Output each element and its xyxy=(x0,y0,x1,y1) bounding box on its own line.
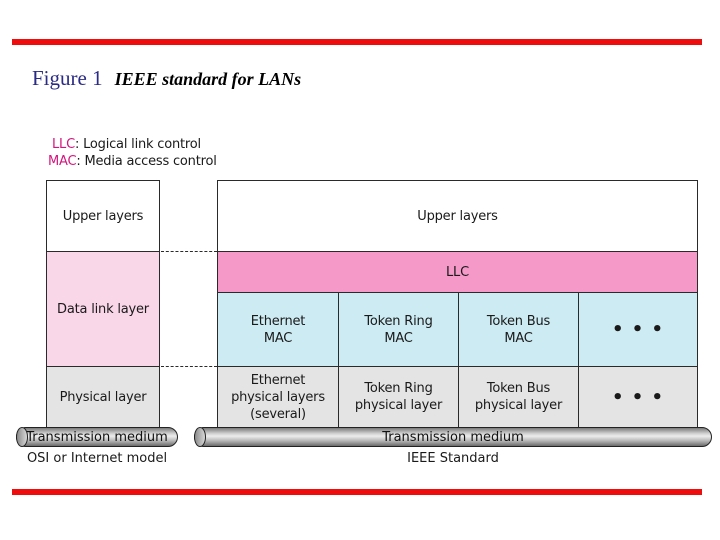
figure-title: Figure 1 IEEE standard for LANs xyxy=(32,66,301,91)
ieee-transmission-medium: Transmission medium xyxy=(194,427,712,447)
legend-text: : Media access control xyxy=(76,154,217,169)
ellipsis-icon: • • • xyxy=(611,319,665,340)
more-mac: • • • xyxy=(578,292,698,367)
ethernet-physical: Ethernet physical layers (several) xyxy=(217,366,339,428)
osi-transmission-medium: Transmission medium xyxy=(16,427,178,447)
dashed-connector-upper xyxy=(161,251,217,252)
phy-line2: physical layer xyxy=(354,398,443,413)
token-bus-physical: Token Bus physical layer xyxy=(458,366,579,428)
mac-line2: MAC xyxy=(504,330,533,346)
ieee-standard-caption: IEEE Standard xyxy=(407,451,499,466)
osi-medium-label: Transmission medium xyxy=(26,429,168,445)
token-ring-mac: Token Ring MAC xyxy=(338,292,459,367)
legend-abbr: LLC xyxy=(52,137,75,152)
osi-physical-layer: Physical layer xyxy=(46,366,160,428)
tube-end-cap xyxy=(16,427,28,447)
tube-end-cap xyxy=(194,427,206,447)
mac-line2: MAC xyxy=(263,330,293,346)
phy-line1: Token Ring xyxy=(364,381,433,396)
legend-text: : Logical link control xyxy=(74,137,201,152)
mac-line1: Ethernet xyxy=(250,313,306,329)
legend-llc: LLC: Logical link control xyxy=(52,137,201,152)
ieee-upper-layers: Upper layers xyxy=(217,180,698,252)
ieee-llc-sublayer: LLC xyxy=(217,251,698,293)
osi-data-link-label: Data link layer xyxy=(57,301,149,317)
legend-abbr: MAC xyxy=(48,154,77,169)
token-bus-mac: Token Bus MAC xyxy=(458,292,579,367)
osi-data-link-layer: Data link layer xyxy=(46,251,160,367)
phy-line1: Ethernet xyxy=(250,372,306,388)
token-ring-physical: Token Ring physical layer xyxy=(338,366,459,428)
figure-number: Figure 1 xyxy=(32,66,103,90)
ellipsis-icon: • • • xyxy=(611,386,665,408)
phy-line2: physical layer xyxy=(474,398,563,413)
osi-upper-layers: Upper layers xyxy=(46,180,160,252)
dashed-connector-lower xyxy=(161,366,217,367)
ieee-medium-label: Transmission medium xyxy=(382,429,524,445)
ieee-llc-label: LLC xyxy=(446,264,469,280)
more-physical: • • • xyxy=(578,366,698,428)
osi-model-caption: OSI or Internet model xyxy=(26,451,168,466)
phy-line3: (several) xyxy=(250,406,306,422)
mac-line1: Token Ring xyxy=(364,313,433,329)
top-red-rule xyxy=(12,39,702,45)
ieee-upper-layers-label: Upper layers xyxy=(417,208,498,224)
mac-line2: MAC xyxy=(384,330,413,346)
phy-line1: Token Bus xyxy=(486,381,551,396)
bottom-red-rule xyxy=(12,489,702,495)
mac-line1: Token Bus xyxy=(486,313,551,329)
ethernet-mac: Ethernet MAC xyxy=(217,292,339,367)
osi-physical-label: Physical layer xyxy=(59,389,147,405)
phy-line2: physical layers xyxy=(231,389,325,405)
figure-caption: IEEE standard for LANs xyxy=(114,69,302,89)
legend-mac: MAC: Media access control xyxy=(48,154,217,169)
osi-upper-layers-label: Upper layers xyxy=(62,208,144,224)
